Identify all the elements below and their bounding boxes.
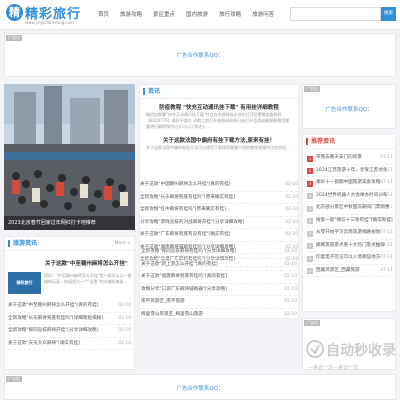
slider-caption: 2023北京春节回家过年网红打卡地推荐 xyxy=(4,216,135,230)
rank-number: 1 xyxy=(307,155,313,162)
list-item[interactable]: 7 从零开始学习云南旅游线路规划 07-11 xyxy=(307,227,393,240)
rank-number: 3 xyxy=(307,180,313,187)
list-item[interactable]: 关于这款"天天大众麻将"[确实有挂] 02-10 xyxy=(8,338,131,350)
news-summary: 您好："中至赣州麻将怎么开挂"是一款可以让一直输的玩家，快速成为一个"必胜"的a… xyxy=(44,273,132,284)
rank-number: 10 xyxy=(307,268,313,274)
recommend-panel: 推荐资讯 1 带我去看天安门的风景 07-11 2 2024江苏旅游十年，享受江苏文化… xyxy=(302,134,396,312)
list-item[interactable]: 4 2024世界机器人大会举办时间公布 07-11 xyxy=(307,190,393,202)
list-item[interactable]: 3 秦岭十一假期中国旅游美食攻略 07-11 xyxy=(307,177,393,190)
logo-subtitle: www.jingcaitravling.com xyxy=(25,20,74,25)
recommend-header: 推荐资讯 xyxy=(303,135,395,149)
list-item[interactable]: 全新攻略"探同竞技麻将开挂"[分享详细攻略] 02-10 xyxy=(8,325,131,338)
logo-mark: 精 xyxy=(6,4,23,21)
news-thumbnail[interactable]: 精彩旅行 xyxy=(8,272,41,294)
rank-number: 4 xyxy=(307,193,313,199)
recommend-list: 1 带我去看天安门的风景 07-11 2 2024江苏旅游十年，享受江苏文化 07-11… xyxy=(307,152,393,277)
more-link[interactable]: More » xyxy=(115,241,130,246)
news-title: 旅游资讯 xyxy=(8,240,37,247)
ad-text: 广告合作联系QQ： xyxy=(176,386,224,392)
ad-tag: 广告位 xyxy=(6,35,22,41)
nav-item-scenic[interactable]: 景区重点 xyxy=(153,10,175,18)
list-item[interactable]: 1 带我去看天安门的风景 07-11 xyxy=(307,152,393,165)
nav-item-qa[interactable]: 旅游问答 xyxy=(252,10,274,18)
watermark-main-text: 自动秒收录 xyxy=(326,343,396,359)
list-item[interactable]: 南平风景区_南平旅游 02-10 xyxy=(141,296,297,309)
more-articles-list: 全新攻略"探同竞技麻将有挂吗"[分享详细攻略] 02-10 关于这款"新上游怎么开… xyxy=(141,246,297,321)
site-header: 精 精彩旅行 www.jingcaitravling.com 首页 旅游攻略 景… xyxy=(0,0,400,30)
rank-number: 6 xyxy=(307,218,313,224)
rank-number: 8 xyxy=(307,243,313,249)
rank-number: 9 xyxy=(307,255,313,262)
news-headline[interactable]: 关于这款"中至赣州麻将怎么开挂" xyxy=(45,259,130,267)
featured-photo xyxy=(4,84,135,230)
list-item[interactable]: 5 北京部分景区中秋国庆期间门票优惠 07-11 xyxy=(307,202,393,215)
list-item[interactable]: 关于这款"广东麻将到底有没有挂"[确实有挂] 02-10 xyxy=(140,229,298,242)
rank-number: 7 xyxy=(307,230,313,237)
headline-2-summary: 关于这款法国中偏府有挂方法可以使用下载按照客服介绍的教程来操作比较合适... xyxy=(146,145,290,150)
ad-tag: 广告位 xyxy=(304,320,320,326)
search-input[interactable] xyxy=(290,7,381,21)
list-item[interactable]: 关于这款"中至赣州麻将怎么开挂"[真的有挂] 02-10 xyxy=(8,300,131,313)
list-item[interactable]: 8 邯郸旅游景点看十大热门景点推荐 07-11 xyxy=(307,240,393,252)
recommend-title: 推荐资讯 xyxy=(306,138,335,145)
top-ad-banner[interactable]: 广告位 广告合作联系QQ： xyxy=(4,33,396,77)
ad-text: 广告合作联系QQ： xyxy=(325,107,373,113)
watermark-sub-text: —来访一次—来访一次 xyxy=(308,365,359,371)
ad-tag: 广告位 xyxy=(304,86,320,92)
nav-item-home[interactable]: 首页 xyxy=(98,10,109,18)
list-item[interactable]: 梅里雪山风景区_梅里雪山旅游 02-10 xyxy=(141,309,297,321)
headlines-title: 资讯 xyxy=(143,88,160,95)
featured-slider[interactable]: 2023北京春节回家过年网红打卡地推荐 xyxy=(4,84,135,230)
ad-text: 广告合作联系QQ： xyxy=(176,53,224,59)
site-logo[interactable]: 精 精彩旅行 www.jingcaitravling.com xyxy=(6,3,86,27)
list-item[interactable]: 全新攻略"红中麻将有挂吗"[原来确实有挂] 02-10 xyxy=(140,204,298,217)
list-item[interactable]: 9 印度电子签证可以入境哪些地方 07-11 xyxy=(307,252,393,265)
watermark: 自动秒收录 —来访一次—来访一次 xyxy=(306,336,400,380)
list-item[interactable]: 全新攻略"长乐麻将到底有挂吗"[详细教程揭秘] 02-10 xyxy=(8,313,131,325)
list-item[interactable]: 分享攻略"游戏竞技的对战麻将开挂"[分享详细攻略] 02-10 xyxy=(140,217,298,229)
news-list: 关于这款"中至赣州麻将怎么开挂"[真的有挂] 02-10 全新攻略"长乐麻将到底有… xyxy=(8,300,131,350)
headlines-header: 资讯 xyxy=(140,85,298,99)
list-item[interactable]: 全新攻略"长乐麻将到底有挂吗"[原来确实有挂] 02-10 xyxy=(140,192,298,204)
list-item[interactable]: 6 搜索一款"微信十三张有挂"[确实有挂] 07-11 xyxy=(307,215,393,227)
nav-item-domestic[interactable]: 国内旅游 xyxy=(186,10,208,18)
rank-number: 5 xyxy=(307,205,313,212)
rank-number: 2 xyxy=(307,168,313,174)
nav-item-trip-tips[interactable]: 旅行攻略 xyxy=(219,10,241,18)
nav-item-travel-guide[interactable]: 旅游攻略 xyxy=(120,10,142,18)
list-item[interactable]: 关于这款"福建麻将到底有挂吗"[真的有挂] 02-10 xyxy=(141,271,297,284)
list-item[interactable]: 关于这款"中国赣州麻将怎么开挂"[真的有挂] 02-10 xyxy=(140,179,298,192)
headline-1-summary: 微信加群聊"快充互动通讯挂下载"并且在进群时候必须先打开设置微信收款码【8000… xyxy=(146,112,290,129)
headline-1[interactable]: 防疫教程 "快充互动通讯挂下载" 有用挂详细教程 xyxy=(144,103,294,111)
news-header: 旅游资讯 More » xyxy=(5,237,134,251)
headline-2[interactable]: 关于这款法国中偏府有挂下载方法,原来有挂！ xyxy=(144,136,294,144)
search-button[interactable]: 搜索 xyxy=(381,7,396,21)
ad-tag: 广告位 xyxy=(6,376,22,382)
list-item[interactable]: 全新攻略"探同竞技麻将有挂吗"[分享详细攻略] 02-10 xyxy=(141,246,297,259)
main-nav: 首页 旅游攻略 景区重点 国内旅游 旅行攻略 旅游问答 xyxy=(98,10,285,18)
list-item[interactable]: 攻略分享"口袋广东麻将辅助器"[分享攻略] 02-10 xyxy=(141,284,297,296)
list-item[interactable]: 关于这款"新上游怎么开挂"[真的有挂] 02-10 xyxy=(141,259,297,271)
list-item[interactable]: 2 2024江苏旅游十年，享受江苏文化 07-11 xyxy=(307,165,393,177)
list-item[interactable]: 10 西藏风景区_西藏旅游 07-11 xyxy=(307,265,393,277)
watermark-logo-icon xyxy=(306,340,324,358)
right-ad-banner[interactable]: 广告位 广告合作联系QQ： xyxy=(302,84,396,129)
